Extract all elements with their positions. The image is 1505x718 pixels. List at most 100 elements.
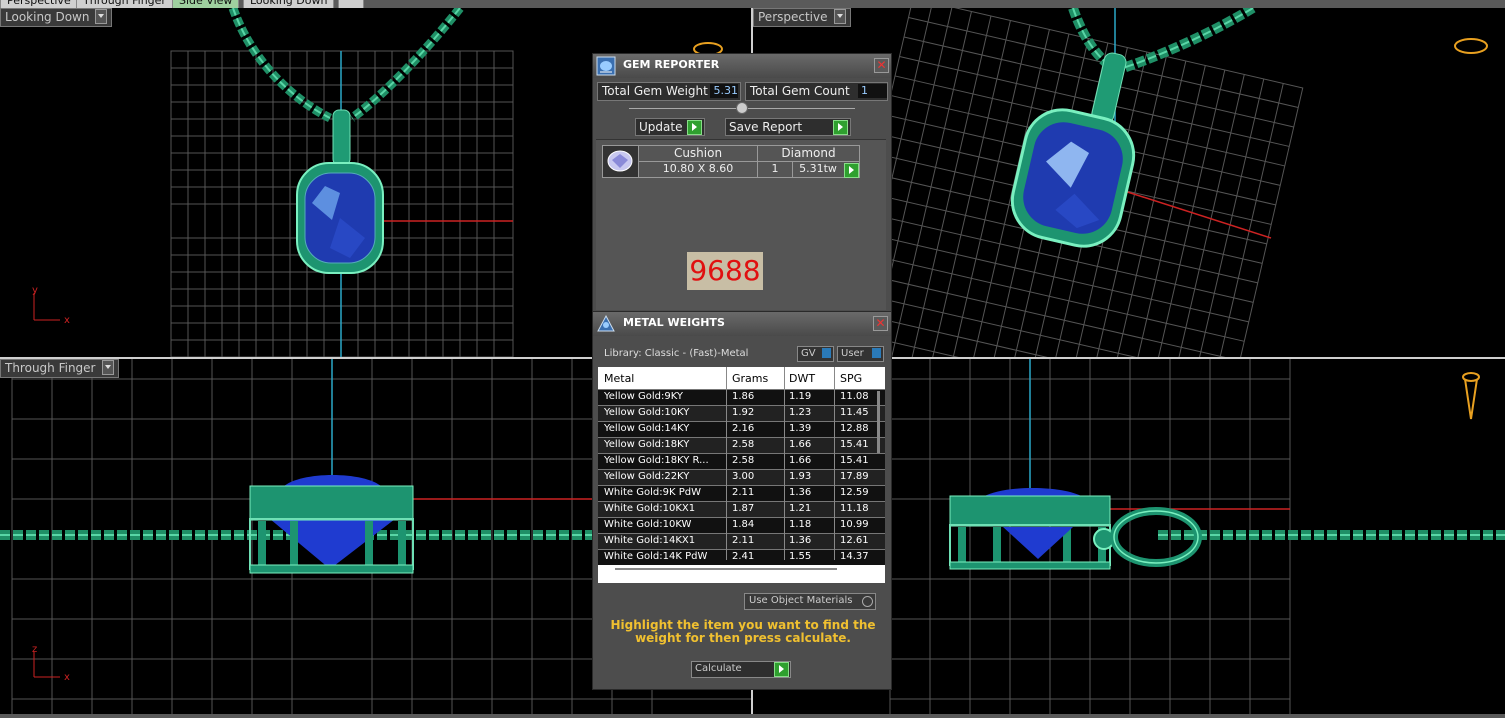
table-row[interactable]: White Gold:14KX1 2.11 1.36 12.61 <box>598 533 885 549</box>
grams-cell: 1.86 <box>732 391 755 402</box>
grams-cell: 2.11 <box>732 487 755 498</box>
table-row[interactable]: White Gold:10KW 1.84 1.18 10.99 <box>598 517 885 533</box>
gem-size: 10.80 X 8.60 <box>639 162 758 177</box>
svg-text:z: z <box>32 644 37 655</box>
gem-weight: 5.31tw <box>799 162 837 175</box>
instruction-text: Highlight the item you want to find the … <box>610 618 876 645</box>
horizontal-scrollbar[interactable] <box>615 568 837 570</box>
tab-through-finger[interactable]: Through Finger <box>76 0 173 8</box>
dwt-cell: 1.39 <box>789 423 812 434</box>
gem-reporter-title: GEM REPORTER <box>623 58 720 71</box>
table-row[interactable]: Yellow Gold:14KY 2.16 1.39 12.88 <box>598 421 885 437</box>
dwt-cell: 1.36 <box>789 535 812 546</box>
dwt-cell: 1.36 <box>789 487 812 498</box>
table-row[interactable]: Yellow Gold:22KY 3.00 1.93 17.89 <box>598 469 885 485</box>
table-row[interactable]: White Gold:10KX1 1.87 1.21 11.18 <box>598 501 885 517</box>
grams-cell: 2.58 <box>732 439 755 450</box>
spg-cell: 12.88 <box>840 423 869 434</box>
column-header-dwt[interactable]: DWT <box>789 372 815 385</box>
table-row[interactable]: Yellow Gold:10KY 1.92 1.23 11.45 <box>598 405 885 421</box>
total-gem-weight-label: Total Gem Weight <box>602 84 708 98</box>
gem-row[interactable]: Cushion Diamond 10.80 X 8.60 1 5.31tw <box>638 145 860 178</box>
spg-cell: 15.41 <box>840 439 869 450</box>
table-row[interactable]: White Gold:14K PdW 2.41 1.55 14.37 <box>598 549 885 565</box>
tab-looking-down[interactable]: Looking Down <box>243 0 335 8</box>
chevron-down-icon[interactable] <box>833 9 846 24</box>
dwt-cell: 1.18 <box>789 519 812 530</box>
play-arrow-icon <box>833 120 848 135</box>
table-row[interactable]: White Gold:9K PdW 2.11 1.36 12.59 <box>598 485 885 501</box>
checkbox-icon <box>862 596 873 607</box>
play-arrow-icon <box>774 662 789 677</box>
user-toggle[interactable]: User <box>837 346 884 362</box>
splitter-handle-icon[interactable] <box>736 102 748 114</box>
spg-cell: 11.18 <box>840 503 869 514</box>
dwt-cell: 1.66 <box>789 455 812 466</box>
metal-name-cell: Yellow Gold:14KY <box>604 423 690 434</box>
vertical-scrollbar[interactable] <box>877 391 880 453</box>
grams-cell: 2.41 <box>732 551 755 562</box>
close-gem-reporter-button[interactable]: ✕ <box>874 58 889 73</box>
viewport-label-perspective[interactable]: Perspective <box>753 8 851 27</box>
grams-cell: 2.11 <box>732 535 755 546</box>
svg-text:x: x <box>64 315 70 326</box>
close-metal-weights-button[interactable]: ✕ <box>873 316 888 331</box>
column-header-grams[interactable]: Grams <box>732 372 768 385</box>
chevron-down-icon[interactable] <box>101 360 114 375</box>
total-gem-weight-value: 5.31 <box>710 84 738 98</box>
table-row[interactable]: Yellow Gold:9KY 1.86 1.19 11.08 <box>598 389 885 405</box>
view-tab-strip: Perspective Through Finger Side View Loo… <box>0 0 1505 8</box>
svg-text:y: y <box>32 285 38 296</box>
grams-cell: 1.87 <box>732 503 755 514</box>
gem-reporter-titlebar[interactable]: GEM REPORTER ✕ <box>593 54 891 78</box>
table-row[interactable]: Yellow Gold:18KY 2.58 1.66 15.41 <box>598 437 885 453</box>
metal-weights-title: METAL WEIGHTS <box>623 316 725 329</box>
save-report-button[interactable]: Save Report <box>725 118 851 136</box>
grams-cell: 1.84 <box>732 519 755 530</box>
close-icon: ✕ <box>876 58 887 72</box>
svg-text:x: x <box>64 672 70 683</box>
viewport-label-looking-down[interactable]: Looking Down <box>0 8 113 27</box>
grams-cell: 3.00 <box>732 471 755 482</box>
play-arrow-icon <box>687 120 702 135</box>
column-header-metal[interactable]: Metal <box>604 372 634 385</box>
viewport-label-through-finger[interactable]: Through Finger <box>0 359 119 378</box>
metal-table: Metal Grams DWT SPG Yellow Gold:9KY 1.86 1… <box>598 367 885 583</box>
gem-list-area: Cushion Diamond 10.80 X 8.60 1 5.31tw 96… <box>596 139 886 310</box>
tab-add-button[interactable] <box>338 0 364 8</box>
calculate-button[interactable]: Calculate <box>691 661 791 678</box>
close-icon: ✕ <box>875 316 886 330</box>
status-strip <box>0 714 1505 718</box>
spg-cell: 10.99 <box>840 519 869 530</box>
total-gem-count-label: Total Gem Count <box>750 84 850 98</box>
cushion-gem-thumbnail[interactable] <box>602 145 639 178</box>
user-toggle-icon <box>872 348 881 358</box>
gem-row-expand-icon[interactable] <box>844 163 859 178</box>
use-object-materials-checkbox[interactable]: Use Object Materials <box>744 593 876 610</box>
chevron-down-icon[interactable] <box>95 9 108 24</box>
metal-name-cell: Yellow Gold:10KY <box>604 407 690 418</box>
gem-shape: Cushion <box>639 146 758 162</box>
metal-weights-icon <box>597 314 615 332</box>
dwt-cell: 1.21 <box>789 503 812 514</box>
total-gem-count-value: 1 <box>858 84 887 98</box>
gv-toggle[interactable]: GV <box>797 346 834 362</box>
metal-name-cell: Yellow Gold:9KY <box>604 391 683 402</box>
metal-name-cell: White Gold:10KX1 <box>604 503 696 514</box>
gv-toggle-icon <box>822 348 831 358</box>
metal-name-cell: Yellow Gold:18KY <box>604 439 690 450</box>
spg-cell: 15.41 <box>840 455 869 466</box>
table-row[interactable]: Yellow Gold:18KY R... 2.58 1.66 15.41 <box>598 453 885 469</box>
tab-side-view[interactable]: Side View <box>172 0 240 8</box>
tab-perspective[interactable]: Perspective <box>0 0 78 8</box>
column-header-spg[interactable]: SPG <box>840 372 862 385</box>
grams-cell: 2.16 <box>732 423 755 434</box>
metal-weights-titlebar[interactable]: METAL WEIGHTS ✕ <box>593 312 891 336</box>
metal-name-cell: Yellow Gold:22KY <box>604 471 690 482</box>
metal-table-header: Metal Grams DWT SPG <box>598 367 885 389</box>
dwt-cell: 1.93 <box>789 471 812 482</box>
gem-report-icon <box>596 56 616 76</box>
update-button[interactable]: Update <box>635 118 705 136</box>
grams-cell: 2.58 <box>732 455 755 466</box>
gem-shape-icon <box>607 150 633 172</box>
